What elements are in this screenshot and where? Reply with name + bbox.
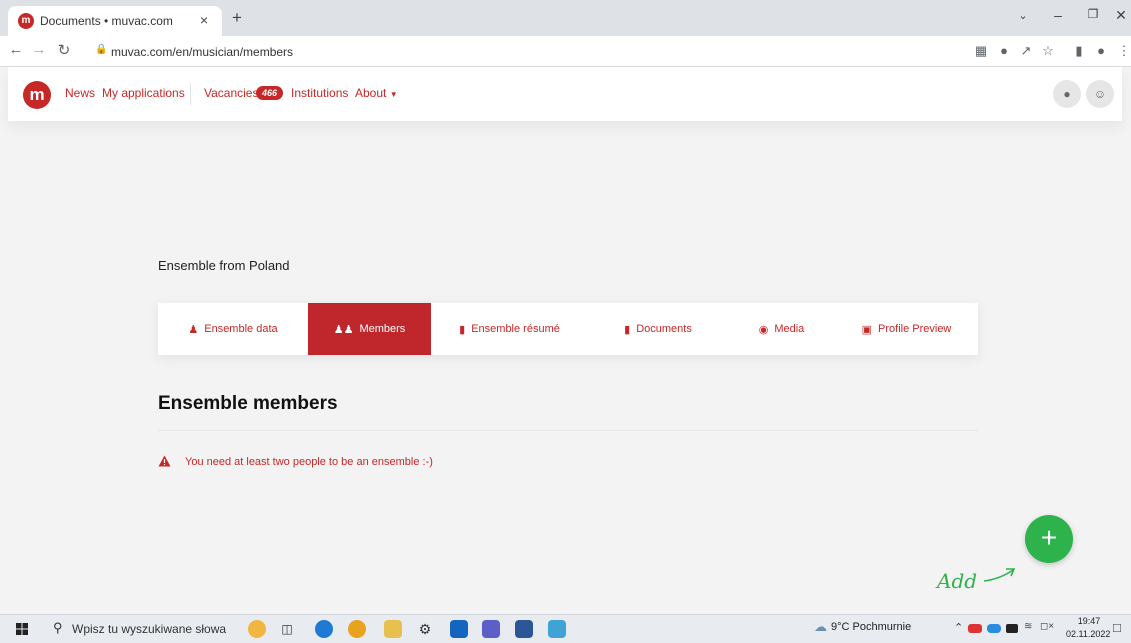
tab-search-chevron-icon[interactable]: ⌄ [1008, 9, 1038, 22]
nav-about[interactable]: About ▼ [355, 86, 398, 100]
tab-ensemble-resume[interactable]: ▮ Ensemble résumé [431, 303, 588, 355]
wifi-icon[interactable]: ≋ [1024, 621, 1032, 632]
os-taskbar: ⚲ Wpisz tu wyszukiwane słowa ◫ ⚙ ☁ 9°C P… [0, 614, 1131, 643]
tab-label: Ensemble résumé [471, 323, 560, 335]
chevron-down-icon: ▼ [389, 90, 398, 99]
profile-tabs: ♟ Ensemble data ♟♟ Members ▮ Ensemble ré… [158, 303, 978, 355]
muvac-logo[interactable]: m [23, 81, 51, 109]
user-account-icon[interactable]: ☺ [1086, 80, 1114, 108]
user-icon: ♟ [188, 323, 199, 336]
outlook-icon[interactable] [450, 620, 468, 638]
close-window-icon[interactable]: ✕ [1106, 7, 1131, 24]
taskbar-search-icon[interactable]: ⚲ [53, 620, 63, 636]
nav-vacancies[interactable]: Vacancies [204, 86, 258, 100]
tab-ensemble-data[interactable]: ♟ Ensemble data [158, 303, 308, 355]
arrow-icon [983, 568, 1016, 582]
tab-members[interactable]: ♟♟ Members [308, 303, 431, 355]
teams-icon[interactable] [482, 620, 500, 638]
clock-time[interactable]: 19:47 [1069, 616, 1109, 626]
battery-icon[interactable] [1006, 624, 1018, 633]
chrome-icon[interactable] [348, 620, 366, 638]
tray-chevron-icon[interactable]: ⌃ [954, 621, 963, 634]
ensemble-warning-message: You need at least two people to be an en… [185, 456, 433, 468]
browser-tabstrip: m Documents • muvac.com × + ⌄ – ❐ ✕ [0, 0, 1131, 36]
onedrive-icon[interactable] [987, 624, 1001, 633]
forward-icon[interactable]: → [29, 41, 49, 58]
address-bar[interactable]: muvac.com/en/musician/members [111, 45, 293, 59]
new-tab-icon[interactable]: + [232, 8, 242, 28]
nav-about-label: About [355, 86, 387, 100]
side-panel-icon[interactable]: ▮ [1071, 43, 1087, 59]
tab-documents[interactable]: ▮ Documents [588, 303, 728, 355]
tab-title: Documents • muvac.com [40, 14, 173, 28]
bookmark-star-icon[interactable]: ☆ [1040, 43, 1056, 59]
translate-icon[interactable]: ▦ [973, 43, 989, 59]
tab-label: Profile Preview [878, 323, 952, 335]
volume-muted-icon[interactable]: ◻× [1040, 621, 1054, 632]
nav-my-applications[interactable]: My applications [102, 86, 185, 100]
users-icon: ♟♟ [333, 323, 354, 336]
location-icon[interactable]: ● [996, 43, 1012, 59]
browser-tab[interactable]: m Documents • muvac.com × [8, 6, 222, 36]
muvac-favicon-icon: m [18, 13, 34, 29]
camera-icon: ◉ [758, 323, 769, 336]
settings-gear-icon[interactable]: ⚙ [416, 620, 434, 638]
word-icon[interactable] [515, 620, 533, 638]
tray-app-icon[interactable] [968, 624, 982, 633]
warning-icon [158, 455, 171, 467]
documents-icon: ▮ [624, 323, 631, 336]
nav-divider [190, 83, 191, 105]
photos-icon[interactable] [548, 620, 566, 638]
site-header: m News My applications Vacancies 466 Ins… [8, 67, 1122, 121]
clock-date[interactable]: 02.11.2022 [1066, 629, 1110, 639]
share-icon[interactable]: ↗ [1018, 43, 1034, 59]
nav-news[interactable]: News [65, 86, 95, 100]
browser-toolbar: ← → ↻ 🔒 muvac.com/en/musician/members ▦ … [0, 36, 1131, 67]
profile-preview-icon: ▣ [861, 323, 873, 336]
menu-kebab-icon[interactable]: ⋮ [1116, 43, 1131, 59]
lock-icon[interactable]: 🔒 [95, 44, 107, 55]
tab-label: Ensemble data [204, 323, 278, 335]
tab-close-icon[interactable]: × [200, 12, 208, 28]
file-explorer-icon[interactable] [384, 620, 402, 638]
tab-label: Documents [636, 323, 692, 335]
members-heading: Ensemble members [158, 393, 338, 414]
notifications-icon[interactable]: □ [1113, 620, 1121, 635]
minimize-icon[interactable]: – [1043, 7, 1073, 23]
back-icon[interactable]: ← [6, 41, 26, 58]
maximize-icon[interactable]: ❐ [1078, 7, 1108, 21]
profile-icon[interactable]: ● [1093, 43, 1109, 59]
vacancies-count-badge: 466 [256, 86, 284, 100]
section-divider [158, 430, 978, 431]
weather-status[interactable]: 9°C Pochmurnie [831, 621, 911, 633]
nav-institutions[interactable]: Institutions [291, 86, 348, 100]
widgets-icon[interactable] [248, 620, 266, 638]
taskbar-search-input[interactable]: Wpisz tu wyszukiwane słowa [72, 622, 226, 636]
tab-media[interactable]: ◉ Media [728, 303, 835, 355]
tab-label: Members [359, 323, 406, 335]
chat-icon[interactable]: ● [1053, 80, 1081, 108]
add-member-button[interactable]: + [1025, 515, 1073, 563]
cloud-weather-icon: ☁ [814, 619, 827, 634]
edge-icon[interactable] [315, 620, 333, 638]
add-hint-label: Add [937, 569, 978, 593]
reload-icon[interactable]: ↻ [54, 41, 74, 59]
task-view-icon[interactable]: ◫ [278, 620, 296, 638]
ensemble-title: Ensemble from Poland [158, 258, 290, 273]
windows-start-icon[interactable] [16, 623, 28, 635]
tab-profile-preview[interactable]: ▣ Profile Preview [835, 303, 978, 355]
tab-label: Media [774, 323, 805, 335]
file-icon: ▮ [459, 323, 466, 336]
